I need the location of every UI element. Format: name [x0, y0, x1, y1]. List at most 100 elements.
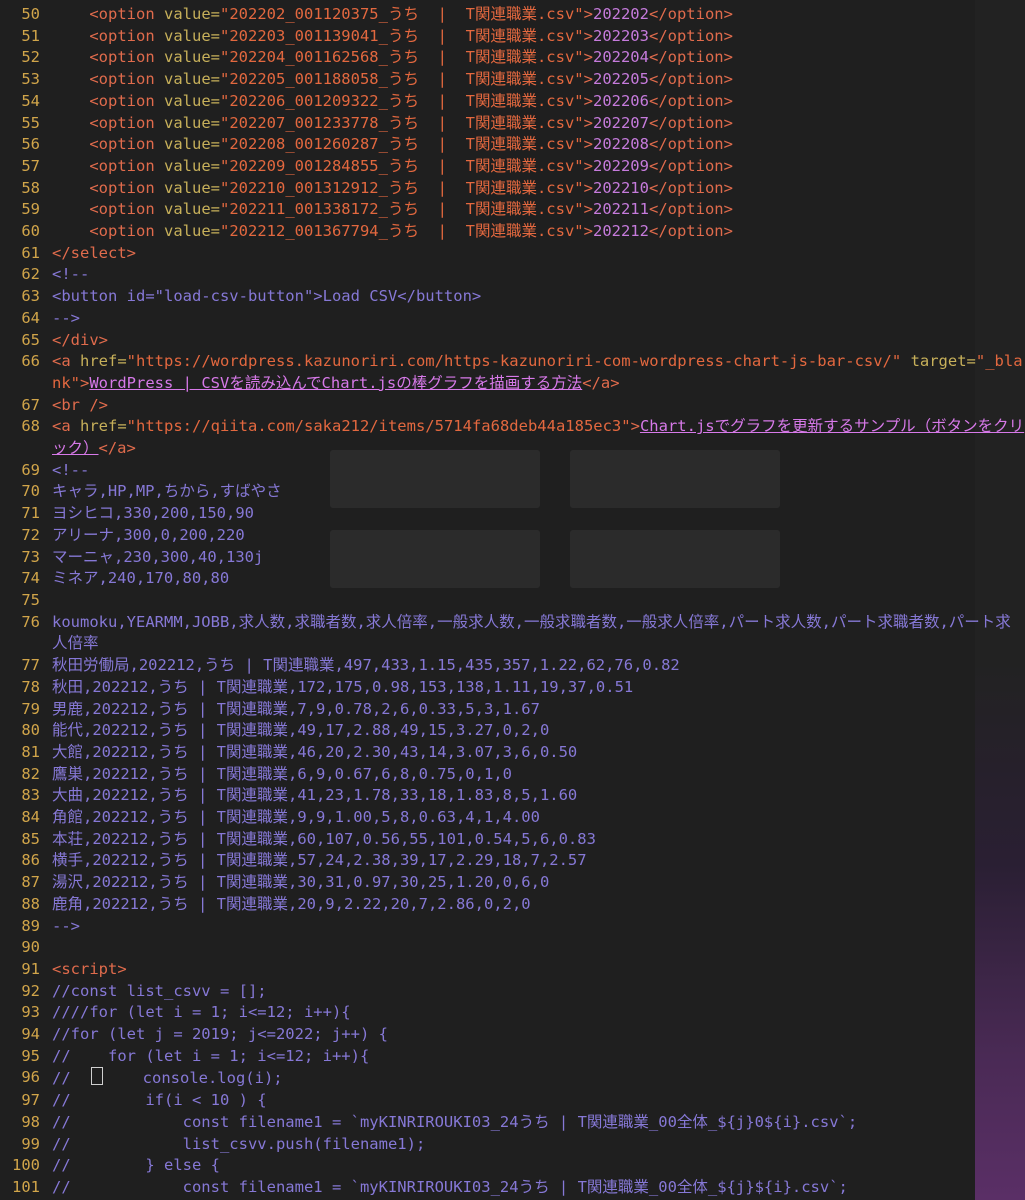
code-line[interactable]: 79 男鹿,202212,うち | T関連職業,7,9,0.78,2,6,0.33… — [0, 699, 1025, 721]
line-content: 角館,202212,うち | T関連職業,9,9,1.00,5,8,0.63,4… — [52, 807, 1025, 829]
code-line[interactable]: 67 <br /> — [0, 395, 1025, 417]
code-line[interactable]: 88 鹿角,202212,うち | T関連職業,20,9,2.22,20,7,2.… — [0, 894, 1025, 916]
code-line[interactable]: 85 本荘,202212,うち | T関連職業,60,107,0.56,55,10… — [0, 829, 1025, 851]
line-content: --> — [52, 308, 1025, 330]
code-line[interactable]: 66 <a href="https://wordpress.kazunoriri.… — [0, 351, 1025, 394]
line-number: 97 — [21, 1091, 40, 1110]
code-line[interactable]: 78 秋田,202212,うち | T関連職業,172,175,0.98,153,… — [0, 677, 1025, 699]
code-line[interactable]: 101 // const filename1 = `myKINRIROUKI03_… — [0, 1177, 1025, 1199]
code-line[interactable]: 59 <option value="202211_001338172_うち | … — [0, 199, 1025, 221]
line-number: 91 — [21, 959, 40, 978]
comment-text: // list_csvv.push(filename1); — [52, 1134, 426, 1153]
line-number: 74 — [21, 569, 40, 588]
code-line[interactable]: 96 // console.log(i); — [0, 1067, 1025, 1090]
line-content: <option value="202206_001209322_うち | T関連… — [89, 91, 733, 110]
code-line[interactable]: 62 <!-- — [0, 264, 1025, 286]
line-content: // } else { — [52, 1155, 1025, 1177]
line-number: 88 — [21, 894, 40, 913]
code-line[interactable]: 63 <button id="load-csv-button">Load CSV<… — [0, 286, 1025, 308]
code-line[interactable]: 71 ヨシヒコ,330,200,150,90 — [0, 503, 1025, 525]
line-number: 72 — [21, 525, 40, 544]
code-line[interactable]: 95 // for (let i = 1; i<=12; i++){ — [0, 1046, 1025, 1068]
code-line[interactable]: 99 // list_csvv.push(filename1); — [0, 1134, 1025, 1156]
code-line[interactable]: 81 大館,202212,うち | T関連職業,46,20,2.30,43,14,… — [0, 742, 1025, 764]
code-line[interactable]: 80 能代,202212,うち | T関連職業,49,17,2.88,49,15,… — [0, 720, 1025, 742]
line-number: 78 — [21, 677, 40, 696]
comment-text: 本荘,202212,うち | T関連職業,60,107,0.56,55,101,… — [52, 829, 596, 848]
code-line[interactable]: 56 <option value="202208_001260287_うち | … — [0, 134, 1025, 156]
comment-text: // } else { — [52, 1156, 220, 1175]
line-number: 59 — [21, 200, 40, 219]
code-line[interactable]: 93 ////for (let i = 1; i<=12; i++){ — [0, 1002, 1025, 1024]
code-line[interactable]: 60 <option value="202212_001367794_うち | … — [0, 221, 1025, 243]
code-line[interactable]: 65 </div> — [0, 330, 1025, 352]
line-content: // for (let i = 1; i<=12; i++){ — [52, 1046, 1025, 1068]
code-line[interactable]: 51 <option value="202203_001139041_うち | … — [0, 26, 1025, 48]
code-line[interactable]: 92 //const list_csvv = []; — [0, 981, 1025, 1003]
code-line[interactable]: 50 <option value="202202_001120375_うち | … — [0, 4, 1025, 26]
text-cursor-icon — [91, 1067, 104, 1086]
code-line[interactable]: 98 // const filename1 = `myKINRIROUKI03_2… — [0, 1112, 1025, 1134]
line-content: // const filename1 = `myKINRIROUKI03_24う… — [52, 1177, 1025, 1199]
code-line[interactable]: 94 //for (let j = 2019; j<=2022; j++) { — [0, 1024, 1025, 1046]
code-line[interactable]: 57 <option value="202209_001284855_うち | … — [0, 156, 1025, 178]
comment-text: --> — [52, 308, 80, 327]
code-line[interactable]: 87 湯沢,202212,うち | T関連職業,30,31,0.97,30,25,… — [0, 872, 1025, 894]
code-line[interactable]: 73 マーニャ,230,300,40,130j — [0, 547, 1025, 569]
line-content: <!-- — [52, 460, 1025, 482]
code-line[interactable]: 54 <option value="202206_001209322_うち | … — [0, 91, 1025, 113]
code-line[interactable]: 69 <!-- — [0, 460, 1025, 482]
code-line[interactable]: 74 ミネア,240,170,80,80 — [0, 568, 1025, 590]
comment-text: ////for (let i = 1; i<=12; i++){ — [52, 1003, 351, 1022]
code-line[interactable]: 72 アリーナ,300,0,200,220 — [0, 525, 1025, 547]
option-text: 202209 — [592, 156, 649, 175]
link-text[interactable]: WordPress | CSVを読み込んでChart.jsの棒グラフを描画する方… — [89, 374, 582, 392]
code-line[interactable]: 61 </select> — [0, 243, 1025, 265]
code-line[interactable]: 100 // } else { — [0, 1155, 1025, 1177]
line-content: <option value="202205_001188058_うち | T関連… — [89, 70, 733, 89]
line-content: <option value="202212_001367794_うち | T関連… — [89, 222, 733, 241]
comment-text: ミネア,240,170,80,80 — [52, 569, 230, 588]
code-line[interactable]: 76 koumoku,YEARMM,JOBB,求人数,求職者数,求人倍率,一般求人… — [0, 612, 1025, 655]
comment-text: //const list_csvv = []; — [52, 981, 267, 1000]
code-line[interactable]: 90 — [0, 937, 1025, 959]
line-content: マーニャ,230,300,40,130j — [52, 547, 1025, 569]
line-number: 53 — [21, 70, 40, 89]
option-value: 202212_001367794_うち | T関連職業.csv — [229, 222, 575, 241]
line-content: // const filename1 = `myKINRIROUKI03_24う… — [52, 1112, 1025, 1134]
code-line[interactable]: 55 <option value="202207_001233778_うち | … — [0, 113, 1025, 135]
code-editor[interactable]: 50 <option value="202202_001120375_うち | … — [0, 0, 1025, 1200]
line-number: 83 — [21, 786, 40, 805]
code-line[interactable]: 68 <a href="https://qiita.com/saka212/ite… — [0, 416, 1025, 459]
option-text: 202203 — [592, 26, 649, 45]
comment-text: //for (let j = 2019; j<=2022; j++) { — [52, 1025, 388, 1044]
code-line[interactable]: 97 // if(i < 10 ) { — [0, 1090, 1025, 1112]
code-line[interactable]: 52 <option value="202204_001162568_うち | … — [0, 47, 1025, 69]
code-line[interactable]: 70 キャラ,HP,MP,ちから,すばやさ — [0, 481, 1025, 503]
comment-text: 秋田労働局,202212,うち | T関連職業,497,433,1.15,435… — [52, 656, 680, 675]
line-number: 100 — [12, 1156, 40, 1175]
comment-text: // for (let i = 1; i<=12; i++){ — [52, 1046, 370, 1065]
line-content: <option value="202208_001260287_うち | T関連… — [89, 135, 733, 154]
comment-text: // const filename1 = `myKINRIROUKI03_24う… — [52, 1177, 848, 1196]
code-line[interactable]: 64 --> — [0, 308, 1025, 330]
code-line[interactable]: 82 鷹巣,202212,うち | T関連職業,6,9,0.67,6,8,0.75… — [0, 764, 1025, 786]
code-line[interactable]: 89 --> — [0, 916, 1025, 938]
comment-text: キャラ,HP,MP,ちから,すばやさ — [52, 482, 282, 501]
option-value: 202209_001284855_うち | T関連職業.csv — [229, 156, 575, 175]
code-line[interactable]: 86 横手,202212,うち | T関連職業,57,24,2.38,39,17,… — [0, 850, 1025, 872]
line-number: 82 — [21, 764, 40, 783]
line-content: <br /> — [52, 395, 1025, 417]
option-value: 202208_001260287_うち | T関連職業.csv — [229, 135, 575, 154]
code-line[interactable]: 91 <script> — [0, 959, 1025, 981]
code-line[interactable]: 75 — [0, 590, 1025, 612]
code-line[interactable]: 77 秋田労働局,202212,うち | T関連職業,497,433,1.15,4… — [0, 655, 1025, 677]
comment-text: 鹿角,202212,うち | T関連職業,20,9,2.22,20,7,2.86… — [52, 894, 531, 913]
line-content: <script> — [52, 959, 1025, 981]
code-line[interactable]: 83 大曲,202212,うち | T関連職業,41,23,1.78,33,18,… — [0, 785, 1025, 807]
code-line[interactable]: 58 <option value="202210_001312912_うち | … — [0, 178, 1025, 200]
code-line[interactable]: 53 <option value="202205_001188058_うち | … — [0, 69, 1025, 91]
code-lines[interactable]: 50 <option value="202202_001120375_うち | … — [0, 4, 1025, 1199]
line-content: 鷹巣,202212,うち | T関連職業,6,9,0.67,6,8,0.75,0… — [52, 764, 1025, 786]
code-line[interactable]: 84 角館,202212,うち | T関連職業,9,9,1.00,5,8,0.63… — [0, 807, 1025, 829]
